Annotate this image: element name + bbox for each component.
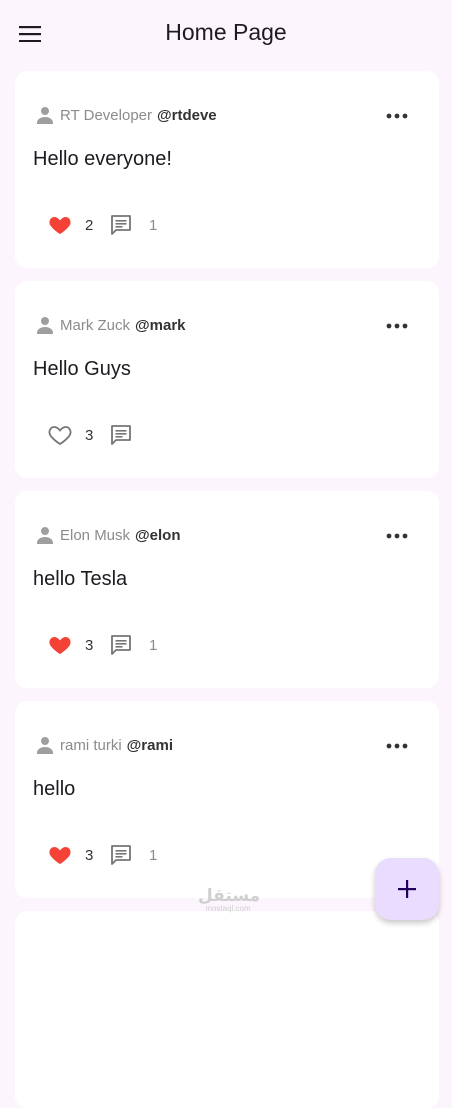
like-button[interactable] [46,631,74,659]
post-card: RT Developer @rtdeve Hello everyone! 2 1 [15,71,439,268]
comment-count: 1 [149,636,158,654]
like-button[interactable] [46,421,74,449]
like-count: 3 [85,636,94,654]
like-button[interactable] [46,211,74,239]
author-handle: @mark [135,316,186,334]
like-count: 3 [85,846,94,864]
author-name: rami turki [60,736,122,754]
heart-filled-icon [47,213,73,237]
post-header: rami turki @rami [33,734,173,756]
author-name: Elon Musk [60,526,131,544]
more-horiz-icon [386,743,408,749]
more-options-button[interactable] [379,734,415,758]
more-options-button[interactable] [379,104,415,128]
post-actions: 31 [46,841,157,869]
person-icon [33,733,57,757]
watermark-logo: مستقل mostaql.com [198,886,261,913]
more-horiz-icon [386,533,408,539]
like-count: 2 [85,216,94,234]
comment-count: 1 [149,846,158,864]
comment-button[interactable] [107,421,135,449]
like-count: 3 [85,426,94,444]
post-actions: 31 [46,631,157,659]
more-horiz-icon [386,113,408,119]
comment-icon [108,843,134,867]
app-bar: Home Page [0,0,452,68]
comment-count: 1 [149,216,158,234]
like-button[interactable] [46,841,74,869]
post-text: Hello everyone! [33,148,172,170]
post-text: hello [33,778,76,800]
more-horiz-icon [386,323,408,329]
heart-filled-icon [47,633,73,657]
add-post-button[interactable] [375,858,439,920]
post-card [15,911,439,1108]
post-actions: 21 [46,211,157,239]
post-header: Mark Zuck @mark [33,314,186,336]
person-icon [33,103,57,127]
comment-button[interactable] [107,631,135,659]
author-handle: @rami [126,736,173,754]
comment-button[interactable] [107,211,135,239]
post-card: Mark Zuck @mark Hello Guys 3 [15,281,439,478]
post-actions: 3 [46,421,149,449]
comment-icon [108,633,134,657]
post-card: Elon Musk @elon hello Tesla 3 1 [15,491,439,688]
person-icon [33,313,57,337]
comment-button[interactable] [107,841,135,869]
post-header: RT Developer @rtdeve [33,104,217,126]
comment-icon [108,423,134,447]
author-name: RT Developer [60,106,152,124]
author-handle: @elon [135,526,181,544]
post-header: Elon Musk @elon [33,524,181,546]
page-title: Home Page [165,19,287,45]
add-icon [398,880,416,898]
heart-outline-icon [47,423,73,447]
more-options-button[interactable] [379,524,415,548]
person-icon [33,523,57,547]
comment-icon [108,213,134,237]
author-handle: @rtdeve [157,106,217,124]
post-text: hello Tesla [33,568,128,590]
heart-filled-icon [47,843,73,867]
author-name: Mark Zuck [60,316,131,334]
more-options-button[interactable] [379,314,415,338]
post-text: Hello Guys [33,358,131,380]
